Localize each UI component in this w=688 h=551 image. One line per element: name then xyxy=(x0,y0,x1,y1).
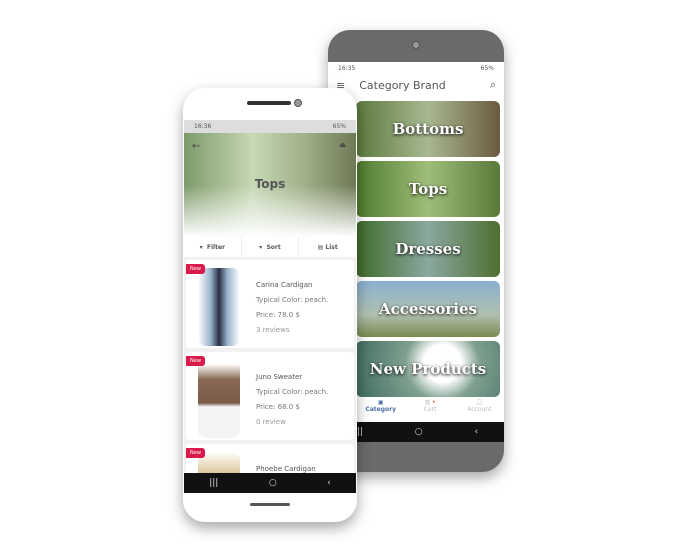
product-image xyxy=(198,360,240,438)
page-title: Category Brand xyxy=(359,78,446,92)
status-bar: 16:35 65% xyxy=(338,65,494,72)
person-icon: 👤︎ xyxy=(475,399,484,406)
front-phone: 16:36 65% ← ⏏ Tops ▾ Filter ▾ Sort ▤ List… xyxy=(183,88,357,522)
list-icon: ▤ xyxy=(317,243,324,251)
system-nav-bar: ||| ○ ‹ xyxy=(184,473,356,493)
category-tops[interactable]: Tops xyxy=(356,161,500,217)
tab-account[interactable]: 👤︎ Account xyxy=(455,399,504,422)
new-badge: New xyxy=(186,356,205,366)
search-icon[interactable]: ⌕ xyxy=(490,78,496,92)
tab-cart[interactable]: 🛒︎• Cart xyxy=(405,399,454,422)
back-arrow-icon[interactable]: ← xyxy=(192,141,200,152)
speaker xyxy=(247,101,291,105)
category-new-products[interactable]: New Products xyxy=(356,341,500,397)
product-card[interactable]: New Carina Cardigan Typical Color: peach.… xyxy=(186,260,354,348)
home-icon[interactable]: ○ xyxy=(269,478,277,488)
category-dresses[interactable]: Dresses xyxy=(356,221,500,277)
cart-badge: • xyxy=(432,399,436,406)
product-image xyxy=(198,268,240,346)
product-list-screen: 16:36 65% ← ⏏ Tops ▾ Filter ▾ Sort ▤ List… xyxy=(184,120,356,492)
home-icon[interactable]: ○ xyxy=(415,427,423,437)
hero-banner: ← ⏏ Tops xyxy=(184,133,356,237)
briefcase-icon: ▣ xyxy=(377,399,384,406)
page-title: Tops xyxy=(254,177,286,191)
camera xyxy=(412,41,420,49)
recents-icon[interactable]: ||| xyxy=(209,478,218,488)
new-badge: New xyxy=(186,448,205,458)
category-accessories[interactable]: Accessories xyxy=(356,281,500,337)
sort-button[interactable]: ▾ Sort xyxy=(242,237,300,257)
back-icon[interactable]: ‹ xyxy=(474,427,478,437)
filter-button[interactable]: ▾ Filter xyxy=(184,237,242,257)
product-card[interactable]: New Juno Sweater Typical Color: peach. Pri… xyxy=(186,352,354,440)
status-bar: 16:36 65% xyxy=(184,120,356,133)
toolbar: ▾ Filter ▾ Sort ▤ List xyxy=(184,237,356,258)
camera xyxy=(294,99,302,107)
tab-category[interactable]: ▣ Category xyxy=(356,399,405,422)
new-badge: New xyxy=(186,264,205,274)
category-bottoms[interactable]: Bottoms xyxy=(356,101,500,157)
cart-icon: 🛒︎• xyxy=(424,399,436,406)
back-icon[interactable]: ‹ xyxy=(327,478,331,488)
eject-icon[interactable]: ⏏ xyxy=(339,141,346,149)
bottom-speaker xyxy=(250,503,290,506)
app-header: ≡ Category Brand ⌕ xyxy=(328,75,504,95)
list-view-button[interactable]: ▤ List xyxy=(299,237,356,257)
bottom-tab-bar: ▣ Category 🛒︎• Cart 👤︎ Account xyxy=(356,399,504,422)
